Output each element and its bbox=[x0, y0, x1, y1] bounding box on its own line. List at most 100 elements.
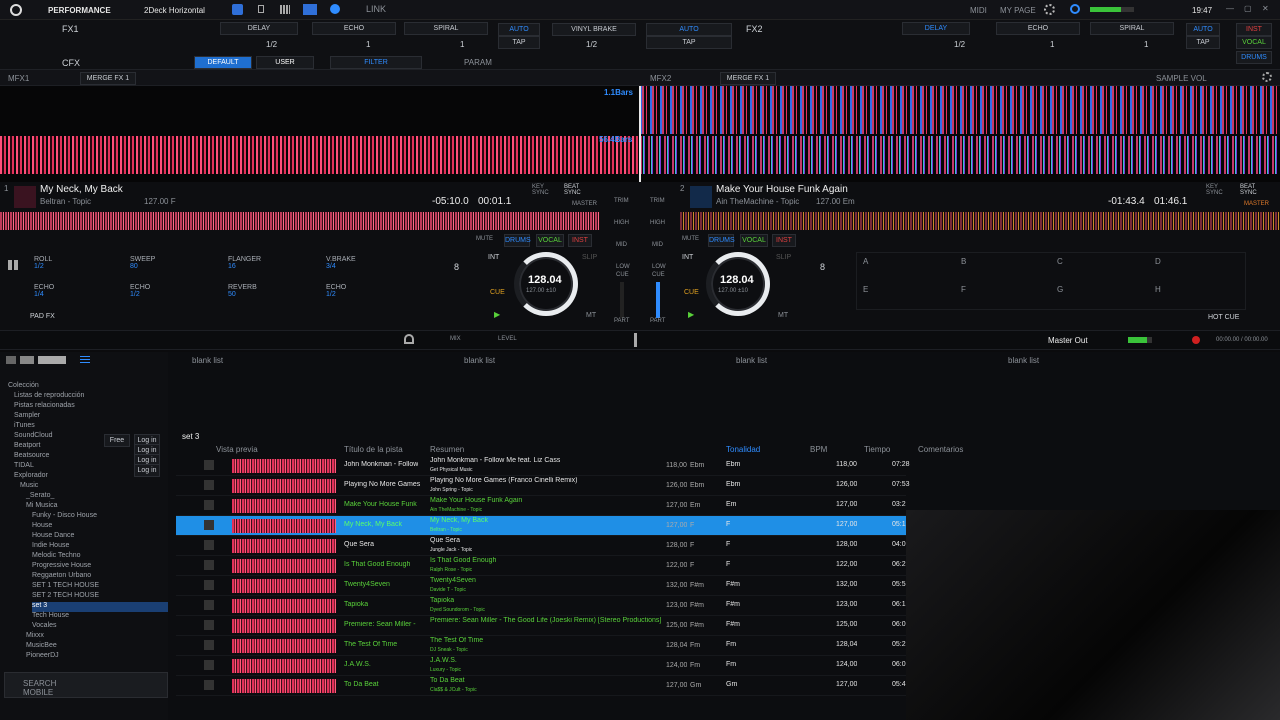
fx2-slot2[interactable]: ECHO bbox=[996, 22, 1080, 35]
deck2-drums-button[interactable]: DRUMS bbox=[708, 234, 735, 247]
tree-item[interactable]: House Dance bbox=[32, 532, 74, 542]
tree-item[interactable]: Explorador bbox=[14, 472, 48, 482]
table-row[interactable]: John Monkman - Follow John Monkman - Foll… bbox=[176, 456, 910, 476]
mfx1-merge-selector[interactable]: MERGE FX 1 bbox=[80, 72, 136, 85]
tree-item[interactable]: set 3 bbox=[32, 602, 168, 612]
fx2-slot1[interactable]: DELAY bbox=[902, 22, 970, 35]
deck2-key-sync[interactable]: KEY SYNC bbox=[1206, 184, 1228, 196]
preview-waveform[interactable] bbox=[232, 579, 336, 593]
fx1-tap-button[interactable]: TAP bbox=[498, 36, 540, 49]
channel-fader-1[interactable] bbox=[620, 282, 624, 318]
tree-item[interactable]: SoundCloud bbox=[14, 432, 53, 442]
fx2-tap-button[interactable]: TAP bbox=[1186, 36, 1220, 49]
crossfader[interactable] bbox=[634, 333, 637, 347]
deck1-vocal-button[interactable]: VOCAL bbox=[536, 234, 564, 247]
enlarged-waveform[interactable]: 1.1Bars 56.4Bars bbox=[0, 86, 1280, 182]
fx1-slot2[interactable]: ECHO bbox=[312, 22, 396, 35]
tree-item[interactable]: Vocales bbox=[32, 622, 57, 632]
pad-sweep[interactable]: SWEEP 80 bbox=[130, 256, 155, 270]
cfx-filter-button[interactable]: FILTER bbox=[330, 56, 422, 69]
browser-view-selector[interactable] bbox=[6, 356, 66, 364]
hot-cue-g[interactable]: G bbox=[1057, 285, 1063, 294]
tree-item[interactable]: Mixxx bbox=[26, 632, 44, 642]
tree-item[interactable]: Sampler bbox=[14, 412, 40, 422]
drums-button[interactable]: DRUMS bbox=[1236, 51, 1272, 64]
table-row[interactable]: Playing No More Games Playing No More Gam… bbox=[176, 476, 910, 496]
tree-item[interactable]: Reggaeton Urbano bbox=[32, 572, 91, 582]
deck1-master[interactable]: MASTER bbox=[572, 201, 597, 207]
table-row[interactable]: Is That Good Enough Is That Good Enough Ra… bbox=[176, 556, 906, 576]
deck1-key-sync[interactable]: KEY SYNC bbox=[532, 184, 554, 196]
hot-cue-f[interactable]: F bbox=[961, 285, 966, 294]
preview-waveform[interactable] bbox=[232, 459, 336, 473]
cloud-sync-icon[interactable] bbox=[1070, 4, 1080, 14]
column-time[interactable]: Tiempo bbox=[864, 445, 890, 454]
hot-cue-b[interactable]: B bbox=[961, 257, 966, 266]
preview-waveform[interactable] bbox=[232, 499, 336, 513]
tree-item[interactable]: PioneerDJ bbox=[26, 652, 59, 662]
preview-waveform[interactable] bbox=[232, 679, 336, 693]
fx2-auto-button[interactable]: AUTO bbox=[1186, 23, 1220, 36]
column-preview[interactable]: Vista previa bbox=[216, 445, 258, 454]
mixer-trim-1[interactable]: TRIM bbox=[614, 198, 629, 204]
deck1-beat-jump[interactable]: 8 bbox=[454, 262, 459, 272]
deck2-slip[interactable]: SLIP bbox=[776, 254, 791, 261]
pad-echo-1[interactable]: ECHO 1/4 bbox=[34, 284, 54, 298]
table-row[interactable]: J.A.W.S. J.A.W.S. Luxury - Topic 124,00 Fm Fm… bbox=[176, 656, 906, 676]
preview-waveform[interactable] bbox=[232, 599, 336, 613]
fx-auto2-button[interactable]: AUTO bbox=[646, 23, 732, 36]
deck2-play-button[interactable]: ▶ bbox=[688, 310, 694, 319]
mypage-button[interactable]: MY PAGE bbox=[1000, 6, 1036, 15]
deck2-vocal-button[interactable]: VOCAL bbox=[740, 234, 768, 247]
headphones-icon[interactable] bbox=[404, 334, 414, 344]
tree-item[interactable]: Pistas relacionadas bbox=[14, 402, 75, 412]
tree-item[interactable]: Beatport bbox=[14, 442, 40, 452]
hot-cue-a[interactable]: A bbox=[863, 257, 868, 266]
fx1-auto-button[interactable]: AUTO bbox=[498, 23, 540, 36]
tree-item[interactable]: SET 1 TECH HOUSE bbox=[32, 582, 99, 592]
tree-item[interactable]: Colección bbox=[8, 382, 39, 392]
table-row[interactable]: Twenty4Seven Twenty4Seven Davide T - Topic… bbox=[176, 576, 906, 596]
preview-waveform[interactable] bbox=[232, 559, 336, 573]
pad-flanger[interactable]: FLANGER 16 bbox=[228, 256, 261, 270]
preview-waveform[interactable] bbox=[232, 639, 336, 653]
deck1-drums-button[interactable]: DRUMS bbox=[504, 234, 531, 247]
layout-selector[interactable]: 2Deck Horizontal bbox=[144, 6, 205, 15]
table-row[interactable]: To Da Beat To Da Beat Cla$$ & JCult - Topi… bbox=[176, 676, 906, 696]
fx-tap2-button[interactable]: TAP bbox=[646, 36, 732, 49]
mixer-part-2[interactable]: PART bbox=[650, 318, 665, 324]
tree-item[interactable]: Indie House bbox=[32, 542, 69, 552]
mixer-low-2[interactable]: LOW bbox=[652, 264, 666, 270]
inst-button[interactable]: INST bbox=[1236, 23, 1272, 36]
deck2-beat-jump[interactable]: 8 bbox=[820, 262, 825, 272]
column-bpm[interactable]: BPM bbox=[810, 445, 827, 454]
deck1-mute[interactable]: MUTE bbox=[476, 236, 493, 242]
tree-item[interactable]: Listas de reproducción bbox=[14, 392, 84, 402]
vinyl-brake-slot[interactable]: VINYL BRAKE bbox=[552, 23, 636, 36]
gear-icon[interactable] bbox=[1044, 4, 1055, 15]
deck2-int[interactable]: INT bbox=[682, 254, 693, 261]
tree-item[interactable]: Beatsource bbox=[14, 452, 49, 462]
deck2-beat-sync[interactable]: BEAT SYNC bbox=[1240, 184, 1262, 196]
deck1-mt[interactable]: MT bbox=[586, 312, 596, 319]
pad-roll[interactable]: ROLL 1/2 bbox=[34, 256, 52, 270]
table-row[interactable]: The Test Of Time The Test Of Time DJ Sneak… bbox=[176, 636, 906, 656]
blank-list-4[interactable]: blank list bbox=[1008, 356, 1039, 365]
fx1-slot3[interactable]: SPIRAL bbox=[404, 22, 488, 35]
preview-waveform[interactable] bbox=[232, 539, 336, 553]
minimize-icon[interactable]: — bbox=[1226, 4, 1234, 13]
mixer-mid-1[interactable]: MID bbox=[616, 242, 627, 248]
table-row[interactable]: Make Your House Funk Make Your House Funk… bbox=[176, 496, 906, 516]
pad-vbrake[interactable]: V.BRAKE 3/4 bbox=[326, 256, 356, 270]
deck2-overview-waveform[interactable] bbox=[680, 212, 1280, 230]
lock-icon[interactable] bbox=[258, 5, 264, 13]
cfx-user-button[interactable]: USER bbox=[256, 56, 314, 69]
deck2-cue-button[interactable]: CUE bbox=[684, 289, 699, 296]
tree-item[interactable]: Funky - Disco House bbox=[32, 512, 97, 522]
deck1-inst-button[interactable]: INST bbox=[568, 234, 592, 247]
record-button[interactable] bbox=[1192, 336, 1200, 344]
channel-fader-2[interactable] bbox=[656, 282, 660, 318]
close-icon[interactable]: ✕ bbox=[1262, 4, 1269, 13]
link-button[interactable]: LINK bbox=[366, 4, 386, 14]
fx1-slot1[interactable]: DELAY bbox=[220, 22, 298, 35]
